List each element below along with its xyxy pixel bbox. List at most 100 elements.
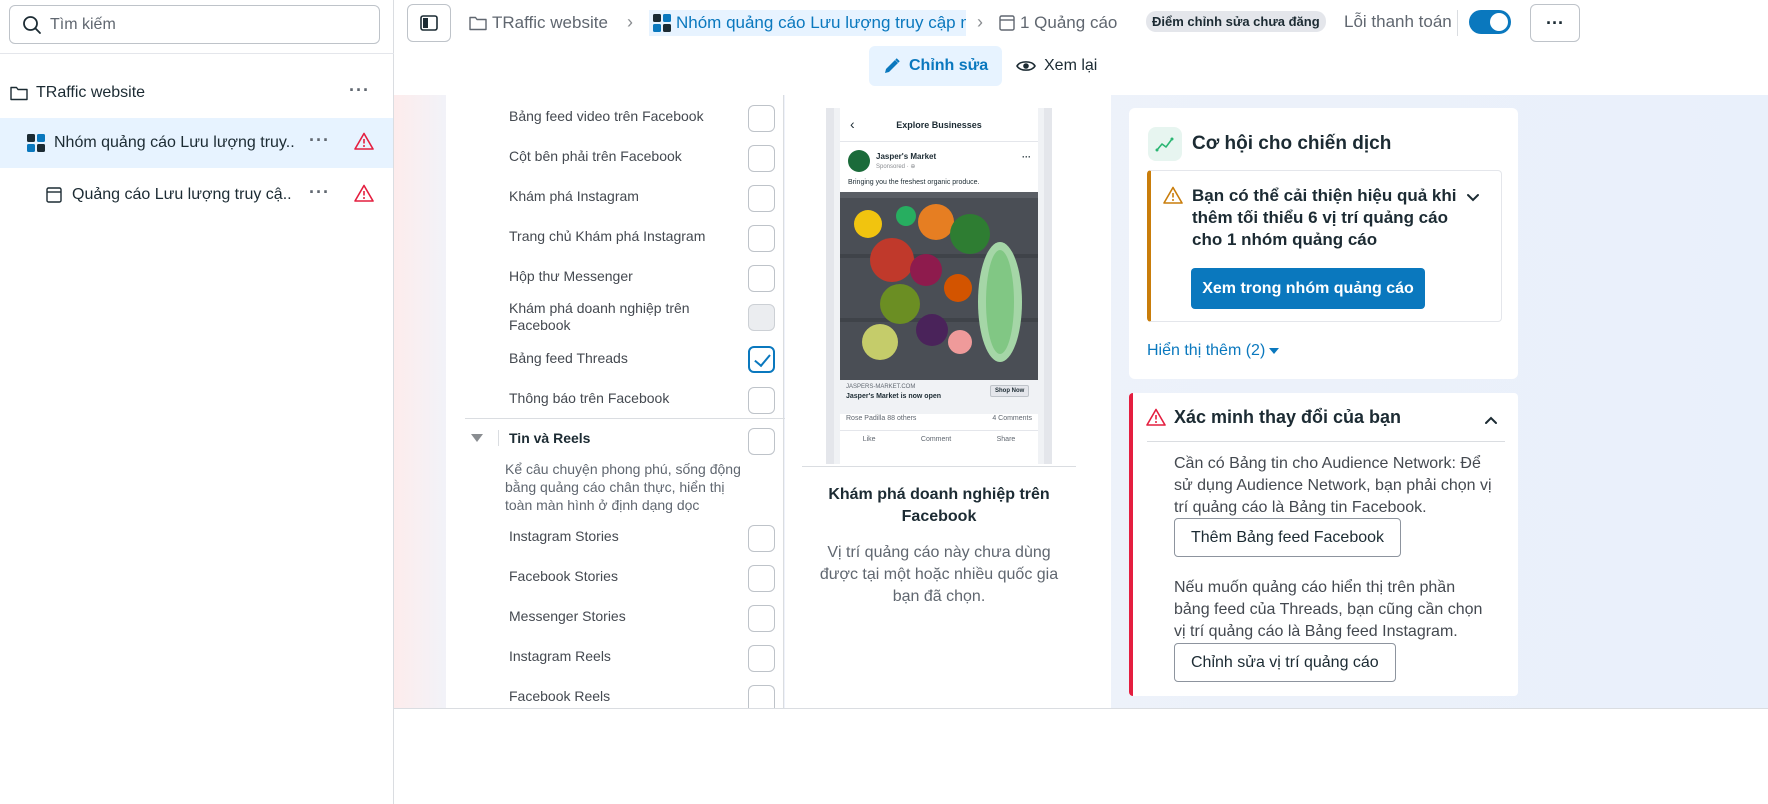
breadcrumb-adset[interactable]: Nhóm quảng cáo Lưu lượng truy cập m [649,10,966,36]
placement-checkbox[interactable] [748,525,775,552]
view-in-adset-button[interactable]: Xem trong nhóm quảng cáo [1191,268,1425,309]
share-action: Share [996,436,1016,443]
more-options-icon[interactable]: ··· [349,80,370,101]
tree-item-campaign[interactable]: TRaffic website ··· [0,68,393,118]
placement-label: Facebook Reels [509,688,611,704]
phone-screen: Explore Businesses ‹ Jasper's Market Spo… [840,108,1038,464]
more-options-icon[interactable]: ··· [309,182,330,203]
tree-item-label: TRaffic website [36,84,146,101]
chevron-down-icon[interactable] [1466,190,1480,208]
phone-preview: Explore Businesses ‹ Jasper's Market Spo… [826,108,1052,464]
more-actions-button[interactable]: ··· [1530,4,1580,42]
error-warning-icon [354,184,374,207]
placement-label: Messenger Stories [509,608,626,624]
caret-down-icon [1269,347,1280,354]
ad-icon [46,187,62,203]
placement-label: Hộp thư Messenger [509,268,633,284]
footer-area [394,709,1768,804]
placement-label: Facebook Stories [509,568,618,584]
placement-checkbox[interactable] [748,105,775,132]
page-name: Jasper's Market [876,152,937,161]
like-action: Like [862,436,876,443]
shop-now-button: Shop Now [990,385,1030,397]
tree-item-label: Quảng cáo Lưu lượng truy cậ... [72,186,292,203]
chevron-up-icon[interactable] [1484,412,1498,430]
divider [1147,441,1505,442]
ad-icon [999,15,1015,31]
comment-action: Comment [920,436,952,443]
placement-label: Bảng feed Threads [509,350,628,366]
error-warning-icon [1146,408,1166,431]
delivery-toggle[interactable] [1469,10,1511,34]
chevron-right-icon: › [627,12,633,32]
add-facebook-feed-button[interactable]: Thêm Bảng feed Facebook [1174,518,1402,557]
search-input[interactable] [50,15,350,34]
placement-checkbox[interactable] [748,645,775,672]
edit-placements-button[interactable]: Chỉnh sửa vị trí quảng cáo [1174,643,1396,682]
breadcrumb-ad[interactable]: 1 Quảng cáo [999,10,1117,36]
primary-text: Bringing you the freshest organic produc… [848,179,980,186]
adset-grid-icon [27,134,45,152]
eye-icon [1016,61,1036,71]
opportunities-title: Cơ hội cho chiến dịch [1192,133,1392,154]
breadcrumb-campaign[interactable]: TRaffic website [469,10,608,36]
tab-edit[interactable]: Chỉnh sửa [869,46,1003,86]
vegetables-image [840,192,1038,380]
placement-label: Bảng feed video trên Facebook [509,108,704,124]
more-options-icon[interactable]: ··· [309,130,330,151]
top-bar: TRaffic website › Nhóm quảng cáo Lưu lượ… [394,0,1768,95]
placement-checkbox[interactable] [748,145,775,172]
placement-preview-title: Khám phá doanh nghiệp trên Facebook [828,486,1050,525]
placement-checkbox[interactable] [748,685,775,708]
reactions-label: Rose Padilla 88 others [846,415,917,422]
divider [498,430,499,446]
placement-checkbox[interactable] [748,185,775,212]
placement-checkbox[interactable] [748,565,775,592]
search-icon [23,15,41,34]
folder-icon [469,16,487,31]
search-box[interactable] [9,5,380,44]
breadcrumb-label: TRaffic website [492,13,608,32]
tree-item-adset[interactable]: Nhóm quảng cáo Lưu lượng truy... ··· [0,118,393,168]
ad-image [840,192,1038,380]
placement-checkbox[interactable] [748,605,775,632]
breadcrumb-label: Nhóm quảng cáo Lưu lượng truy cập m [676,13,966,32]
placement-label: Khám phá doanh nghiệp trên Facebook [509,300,690,333]
group-checkbox[interactable] [748,428,775,455]
back-arrow-icon: ‹ [850,116,855,132]
toggle-sidebar-button[interactable] [407,4,451,42]
post-actions: Like Comment Share [840,430,1038,443]
tree-item-ad[interactable]: Quảng cáo Lưu lượng truy cậ... ··· [0,170,393,220]
tree-item-label: Nhóm quảng cáo Lưu lượng truy... [54,134,294,151]
tab-label: Chỉnh sửa [909,57,989,74]
folder-icon [10,85,28,101]
draft-status-badge: Điểm chỉnh sửa chưa đăng [1146,11,1326,32]
placement-preview-note: Vị trí quảng cáo này chưa dùng được tại … [819,544,1059,605]
group-description: Kể câu chuyện phong phú, sống động bằng … [505,461,741,513]
warning-icon [1163,186,1183,209]
preview-header: Explore Businesses [840,108,1038,142]
placement-group-header[interactable]: Tin và Reels [470,430,590,446]
divider [465,418,785,419]
placement-checkbox[interactable] [748,225,775,252]
tab-label: Xem lại [1044,57,1098,74]
chevron-right-icon: › [977,12,983,32]
payment-error-link[interactable]: Lỗi thanh toán [1344,12,1452,32]
tab-review[interactable]: Xem lại [1002,46,1111,86]
placement-checkbox[interactable] [748,265,775,292]
sponsored-label: Sponsored · ⊕ [876,164,916,170]
page-avatar [848,150,870,172]
link-url: JASPERS-MARKET.COM [846,384,916,390]
placement-label: Cột bên phải trên Facebook [509,148,682,164]
more-options-icon: ··· [1022,152,1031,162]
placement-label: Thông báo trên Facebook [509,390,670,406]
placement-checkbox-disabled [748,304,775,331]
show-more-link[interactable]: Hiển thị thêm (2) [1147,342,1280,360]
placement-checkbox[interactable] [748,387,775,414]
opportunity-score-icon [1148,127,1182,161]
adset-grid-icon [653,14,671,32]
group-title: Tin và Reels [509,430,591,446]
sidebar: TRaffic website ··· Nhóm quảng cáo Lưu l… [0,0,394,804]
placement-label: Khám phá Instagram [509,188,639,204]
placement-checkbox-checked[interactable] [748,346,775,373]
